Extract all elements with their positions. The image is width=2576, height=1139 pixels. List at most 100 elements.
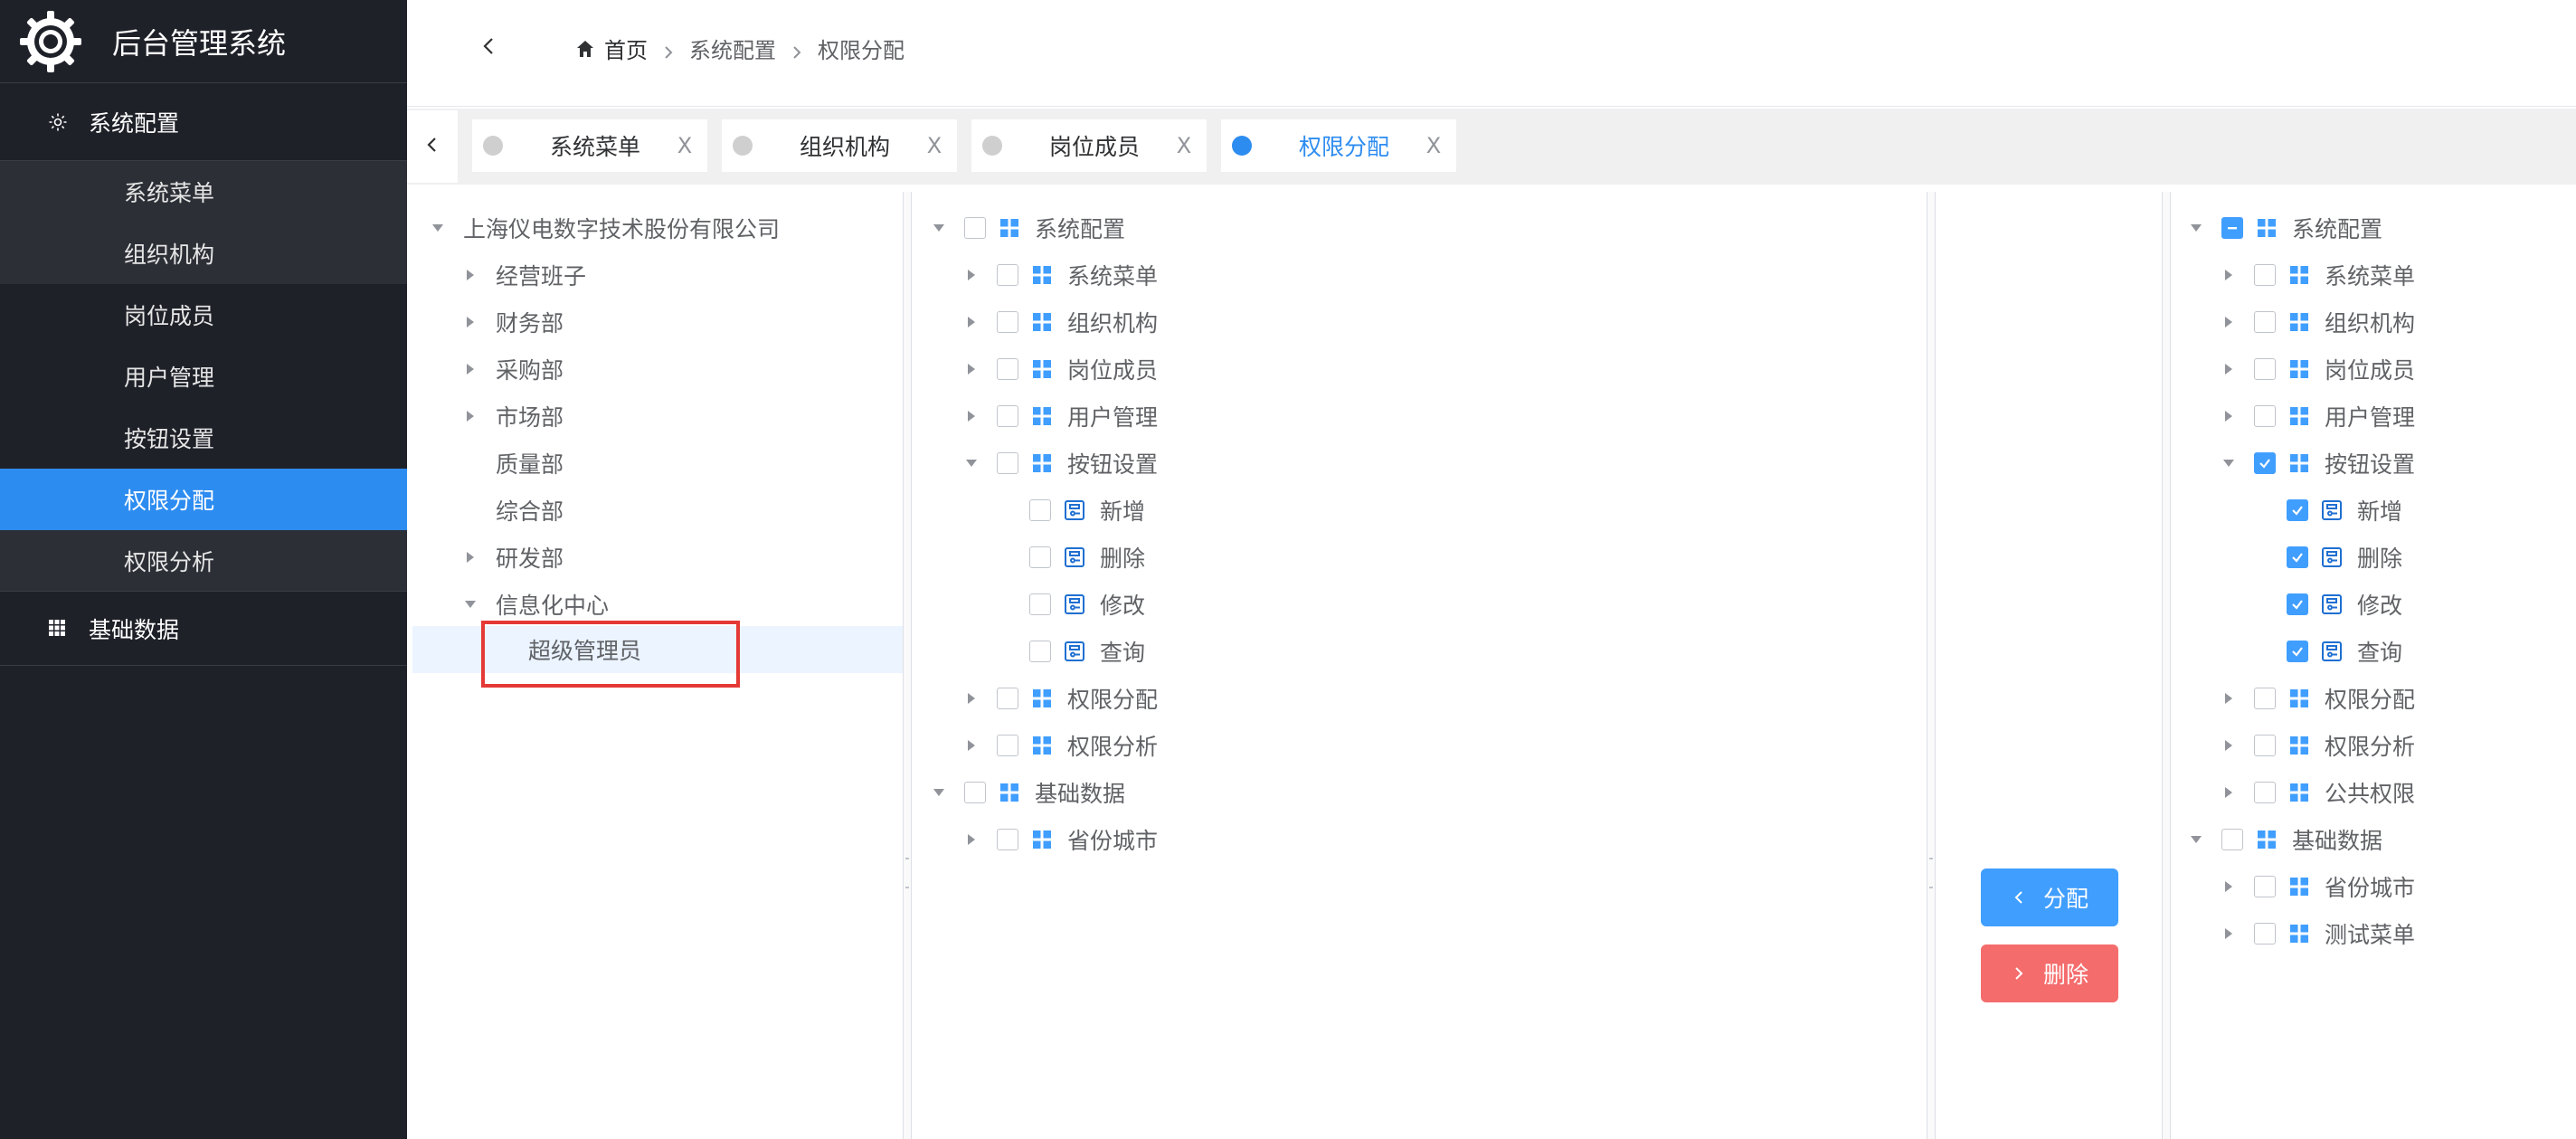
org-node-company[interactable]: 上海仪电数字技术股份有限公司 — [429, 210, 780, 246]
tab-close-icon[interactable]: X — [671, 133, 698, 158]
org-node-rnd[interactable]: 研发部 — [461, 539, 564, 575]
checkbox[interactable] — [997, 358, 1018, 380]
checkbox[interactable] — [2287, 546, 2308, 568]
checkbox[interactable] — [1029, 499, 1051, 521]
caret-right-icon[interactable] — [2220, 736, 2238, 755]
checkbox[interactable] — [1029, 546, 1051, 568]
tab-system-menu[interactable]: 系统菜单 X — [472, 119, 707, 172]
assigned_tree-node[interactable]: 公共权限 — [2220, 774, 2415, 811]
tab-close-icon[interactable]: X — [1170, 133, 1198, 158]
checkbox[interactable] — [997, 311, 1018, 333]
perm_tree-node[interactable]: 新增 — [995, 492, 1145, 528]
assigned_tree-node[interactable]: 新增 — [2252, 492, 2402, 528]
caret-right-icon[interactable] — [461, 266, 479, 284]
checkbox[interactable] — [2254, 735, 2276, 756]
checkbox[interactable] — [2221, 217, 2243, 239]
assigned_tree-node[interactable]: 权限分析 — [2220, 727, 2415, 764]
assigned_tree-node[interactable]: 系统配置 — [2187, 210, 2382, 246]
checkbox[interactable] — [2254, 782, 2276, 803]
caret-right-icon[interactable] — [962, 736, 980, 755]
perm_tree-node[interactable]: 用户管理 — [962, 398, 1158, 434]
delete-button[interactable]: 删除 — [1981, 944, 2118, 1002]
sidebar-item-permission-assign[interactable]: 权限分配 — [0, 469, 407, 530]
caret-down-icon[interactable] — [962, 454, 980, 472]
checkbox[interactable] — [2221, 829, 2243, 850]
caret-down-icon[interactable] — [2220, 454, 2238, 472]
sidebar-group-base-data[interactable]: 基础数据 — [0, 592, 407, 666]
sidebar-item-system-menu[interactable]: 系统菜单 — [0, 161, 407, 223]
caret-right-icon[interactable] — [461, 313, 479, 331]
assigned_tree-node[interactable]: 系统菜单 — [2220, 257, 2415, 293]
checkbox[interactable] — [2287, 641, 2308, 662]
perm_tree-node[interactable]: 岗位成员 — [962, 351, 1158, 387]
checkbox[interactable] — [1029, 641, 1051, 662]
tab-organization[interactable]: 组织机构 X — [722, 119, 957, 172]
checkbox[interactable] — [2254, 358, 2276, 380]
caret-right-icon[interactable] — [2220, 878, 2238, 896]
checkbox[interactable] — [2254, 452, 2276, 474]
caret-right-icon[interactable] — [2220, 266, 2238, 284]
assigned_tree-node[interactable]: 省份城市 — [2220, 868, 2415, 905]
assigned_tree-node[interactable]: 按钮设置 — [2220, 445, 2415, 481]
collapse-chevron-left-icon[interactable] — [476, 33, 503, 60]
caret-right-icon[interactable] — [461, 360, 479, 378]
org-node-quality[interactable]: 质量部 — [461, 445, 564, 481]
perm_tree-node[interactable]: 按钮设置 — [962, 445, 1158, 481]
caret-right-icon[interactable] — [962, 831, 980, 849]
checkbox[interactable] — [2254, 876, 2276, 897]
checkbox[interactable] — [2254, 923, 2276, 944]
assigned_tree-node[interactable]: 删除 — [2252, 539, 2402, 575]
panel-resizer[interactable] — [903, 192, 912, 1139]
org-node-management[interactable]: 经营班子 — [461, 257, 586, 293]
caret-right-icon[interactable] — [2220, 313, 2238, 331]
sidebar-item-organization[interactable]: 组织机构 — [0, 223, 407, 284]
caret-down-icon[interactable] — [461, 595, 479, 613]
tab-close-icon[interactable]: X — [921, 133, 948, 158]
sidebar-item-post-members[interactable]: 岗位成员 — [0, 284, 407, 346]
checkbox[interactable] — [997, 688, 1018, 709]
org-node-it-center[interactable]: 信息化中心 — [461, 586, 609, 622]
perm_tree-node[interactable]: 系统菜单 — [962, 257, 1158, 293]
perm_tree-node[interactable]: 查询 — [995, 633, 1145, 669]
perm_tree-node[interactable]: 组织机构 — [962, 304, 1158, 340]
assigned_tree-node[interactable]: 权限分配 — [2220, 680, 2415, 717]
breadcrumb-home[interactable]: 首页 — [604, 33, 648, 64]
assigned_tree-node[interactable]: 用户管理 — [2220, 398, 2415, 434]
checkbox[interactable] — [997, 829, 1018, 850]
checkbox[interactable] — [997, 405, 1018, 427]
tab-permission-assign[interactable]: 权限分配 X — [1221, 119, 1456, 172]
assigned_tree-node[interactable]: 修改 — [2252, 586, 2402, 622]
caret-down-icon[interactable] — [930, 219, 948, 237]
checkbox[interactable] — [2287, 499, 2308, 521]
caret-right-icon[interactable] — [2220, 360, 2238, 378]
caret-right-icon[interactable] — [461, 407, 479, 425]
caret-right-icon[interactable] — [962, 360, 980, 378]
assigned_tree-node[interactable]: 测试菜单 — [2220, 916, 2415, 952]
org-node-super-admin[interactable]: 超级管理员 — [494, 631, 641, 668]
org-node-finance[interactable]: 财务部 — [461, 304, 564, 340]
sidebar-item-button-settings[interactable]: 按钮设置 — [0, 407, 407, 469]
checkbox[interactable] — [997, 452, 1018, 474]
caret-right-icon[interactable] — [962, 313, 980, 331]
caret-right-icon[interactable] — [962, 266, 980, 284]
caret-down-icon[interactable] — [429, 219, 447, 237]
tab-close-icon[interactable]: X — [1420, 133, 1447, 158]
org-node-purchasing[interactable]: 采购部 — [461, 351, 564, 387]
perm_tree-node[interactable]: 系统配置 — [930, 210, 1125, 246]
caret-right-icon[interactable] — [2220, 925, 2238, 943]
checkbox[interactable] — [997, 735, 1018, 756]
sidebar-group-system-config[interactable]: 系统配置 — [0, 83, 407, 161]
perm_tree-node[interactable]: 权限分析 — [962, 727, 1158, 764]
perm_tree-node[interactable]: 基础数据 — [930, 774, 1125, 811]
assigned_tree-node[interactable]: 岗位成员 — [2220, 351, 2415, 387]
perm_tree-node[interactable]: 修改 — [995, 586, 1145, 622]
checkbox[interactable] — [964, 217, 986, 239]
assigned_tree-node[interactable]: 基础数据 — [2187, 821, 2382, 858]
caret-right-icon[interactable] — [962, 689, 980, 707]
assigned_tree-node[interactable]: 组织机构 — [2220, 304, 2415, 340]
org-node-marketing[interactable]: 市场部 — [461, 398, 564, 434]
checkbox[interactable] — [1029, 593, 1051, 615]
checkbox[interactable] — [2254, 405, 2276, 427]
caret-down-icon[interactable] — [2187, 219, 2205, 237]
perm_tree-node[interactable]: 删除 — [995, 539, 1145, 575]
